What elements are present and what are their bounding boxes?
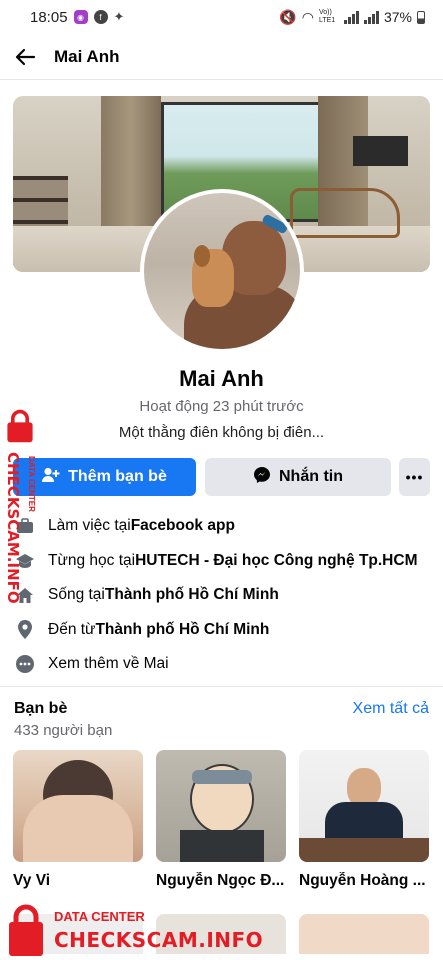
friend-card-partial[interactable]	[299, 914, 429, 954]
friend-photo[interactable]	[299, 750, 429, 862]
friend-name[interactable]: Nguyễn Ngọc Đ...	[156, 872, 286, 890]
friend-card[interactable]: Nguyễn Hoàng ...	[299, 750, 429, 890]
more-options-button[interactable]: •••	[399, 458, 430, 496]
watermark-brand-vertical: CHECKSCAM.INFO	[4, 452, 22, 604]
info-value[interactable]: Thành phố Hồ Chí Minh	[95, 621, 269, 639]
network-label: Vo)) LTE1	[318, 9, 336, 24]
section-divider	[0, 686, 443, 687]
info-prefix: Đến từ	[48, 620, 96, 638]
friend-card[interactable]: Nguyễn Ngọc Đ...	[156, 750, 286, 890]
info-value[interactable]: Thành phố Hồ Chí Minh	[105, 586, 279, 604]
messenger-icon	[253, 466, 271, 489]
watermark-lock-icon	[7, 409, 33, 443]
signal-2-icon	[363, 10, 379, 24]
friends-count: 433 người bạn	[14, 722, 113, 739]
facebook-notification-icon: f	[93, 10, 108, 24]
info-row-see-more[interactable]: Xem thêm về Mai	[14, 647, 434, 682]
message-label: Nhắn tin	[279, 468, 343, 485]
friend-name[interactable]: Vy Vi	[13, 872, 143, 890]
info-value[interactable]: HUTECH - Đại học Công nghệ Tp.HCM	[135, 552, 417, 570]
status-bar: 18:05 ◉ f ✦ 🔇 ◠ Vo)) LTE1 37%	[0, 0, 443, 34]
profile-info-list: Làm việc tại Facebook app Từng học tại H…	[14, 509, 434, 682]
friend-card[interactable]: Vy Vi	[13, 750, 143, 890]
info-prefix: Từng học tại	[48, 551, 136, 569]
page-title: Mai Anh	[54, 46, 120, 66]
twitter-notification-icon: ✦	[113, 9, 125, 24]
avatar-photo	[144, 193, 300, 349]
add-friend-label: Thêm bạn bè	[68, 468, 167, 485]
top-bar: Mai Anh	[0, 34, 443, 80]
watermark-data-center: DATA CENTER	[54, 909, 145, 924]
more-dots-icon	[14, 653, 36, 675]
cover-chair	[290, 188, 400, 238]
signal-icon	[343, 10, 359, 24]
mute-icon: 🔇	[279, 8, 297, 25]
battery-icon	[417, 10, 425, 24]
info-row-work: Làm việc tại Facebook app	[14, 509, 434, 544]
see-all-friends-link[interactable]: Xem tất cả	[353, 700, 429, 718]
cover-tv	[353, 136, 408, 166]
friends-heading: Bạn bè	[14, 700, 68, 717]
info-row-from: Đến từ Thành phố Hồ Chí Minh	[14, 613, 434, 648]
cover-curtain-left	[101, 96, 161, 246]
message-button[interactable]: Nhắn tin	[205, 458, 391, 496]
watermark-data-center-vertical: DATA CENTER	[27, 456, 36, 512]
info-prefix: Làm việc tại	[48, 517, 131, 535]
back-arrow-icon[interactable]	[14, 45, 38, 69]
friend-photo[interactable]	[13, 750, 143, 862]
battery-percent: 37%	[383, 9, 412, 25]
friend-photo[interactable]	[156, 750, 286, 862]
info-row-lives: Sống tại Thành phố Hồ Chí Minh	[14, 578, 434, 613]
active-status: Hoạt động 23 phút trước	[139, 398, 304, 415]
see-more-about-link[interactable]: Xem thêm về Mai	[48, 655, 169, 673]
wifi-icon: ◠	[301, 8, 314, 25]
status-time: 18:05	[30, 8, 68, 26]
friend-name[interactable]: Nguyễn Hoàng ...	[299, 872, 429, 890]
info-value[interactable]: Facebook app	[131, 517, 235, 535]
profile-bio: Một thằng điên không bị điên...	[118, 424, 325, 441]
profile-avatar[interactable]	[140, 189, 304, 353]
info-row-education: Từng học tại HUTECH - Đại học Công nghệ …	[14, 544, 434, 579]
avatar-dog-ear	[194, 245, 210, 267]
profile-name: Mai Anh	[179, 366, 264, 391]
info-prefix: Sống tại	[48, 586, 105, 604]
app-notification-icon: ◉	[73, 10, 88, 24]
watermark-brand: CHECKSCAM.INFO	[54, 928, 264, 952]
